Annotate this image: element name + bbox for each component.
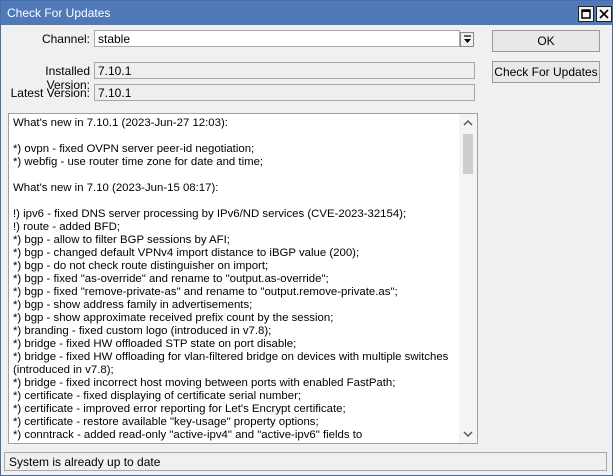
channel-select[interactable]: stable	[94, 30, 460, 47]
release-note-line: *) branding - fixed custom logo (introdu…	[13, 325, 272, 337]
restore-icon	[581, 9, 591, 19]
release-note-line: *) bgp - do not check route distinguishe…	[13, 260, 269, 272]
latest-version-label: Latest Version:	[10, 86, 90, 100]
channel-label: Channel:	[41, 32, 90, 46]
release-note-line: (introduced in v7.8);	[13, 364, 114, 376]
release-note-line: What's new in 7.10.1 (2023-Jun-27 12:03)…	[13, 117, 228, 129]
release-note-line: *) bgp - show address family in advertis…	[13, 299, 253, 311]
release-note-line: *) bgp - changed default VPNv4 import di…	[13, 247, 360, 259]
dropdown-arrow-icon	[464, 35, 471, 43]
close-button[interactable]	[596, 6, 612, 22]
release-notes-text: What's new in 7.10.1 (2023-Jun-27 12:03)…	[13, 117, 453, 441]
release-note-line: What's new in 7.10 (2023-Jun-15 08:17):	[13, 182, 219, 194]
release-note-line: *) bridge - fixed HW offloading for vlan…	[13, 351, 449, 363]
scroll-down-icon[interactable]	[462, 428, 474, 440]
window-title: Check For Updates	[7, 6, 111, 20]
release-note-line: *) bridge - fixed incorrect host moving …	[13, 377, 396, 389]
ok-button[interactable]: OK	[492, 30, 600, 52]
release-note-line: *) certificate - fixed displaying of cer…	[13, 390, 302, 402]
latest-version-field: 7.10.1	[94, 84, 475, 101]
release-note-line: *) certificate - improved error reportin…	[13, 403, 346, 415]
status-bar: System is already up to date	[4, 452, 607, 471]
release-note-line: *) bgp - fixed "remove-private-as" and r…	[13, 286, 398, 298]
release-note-line	[13, 130, 453, 143]
release-note-line: *) bgp - fixed "as-override" and rename …	[13, 273, 329, 285]
release-note-line	[13, 169, 453, 182]
release-note-line: *) webfig - use router time zone for dat…	[13, 156, 264, 168]
vertical-scrollbar[interactable]	[459, 114, 477, 443]
release-note-line: *) bgp - show approximate received prefi…	[13, 312, 334, 324]
release-note-line: *) ovpn - fixed OVPN server peer-id nego…	[13, 143, 255, 155]
release-note-line: *) bridge - fixed HW offloaded STP state…	[13, 338, 297, 350]
release-note-line: *) certificate - restore available "key-…	[13, 416, 319, 428]
title-bar[interactable]: Check For Updates	[1, 1, 612, 25]
scrollbar-thumb[interactable]	[463, 134, 473, 174]
release-note-line: *) conntrack - added read-only "active-i…	[13, 429, 363, 441]
check-for-updates-button[interactable]: Check For Updates	[492, 61, 600, 83]
installed-version-field: 7.10.1	[94, 62, 475, 79]
release-note-line	[13, 195, 453, 208]
release-note-line: *) bgp - allow to filter BGP sessions by…	[13, 234, 230, 246]
channel-dropdown-button[interactable]	[460, 32, 474, 47]
restore-button[interactable]	[578, 6, 594, 22]
release-notes-area[interactable]: What's new in 7.10.1 (2023-Jun-27 12:03)…	[8, 113, 478, 444]
release-note-line: !) route - added BFD;	[13, 221, 120, 233]
scroll-up-icon[interactable]	[462, 117, 474, 129]
release-note-line: !) ipv6 - fixed DNS server processing by…	[13, 208, 407, 220]
close-icon	[599, 9, 609, 19]
